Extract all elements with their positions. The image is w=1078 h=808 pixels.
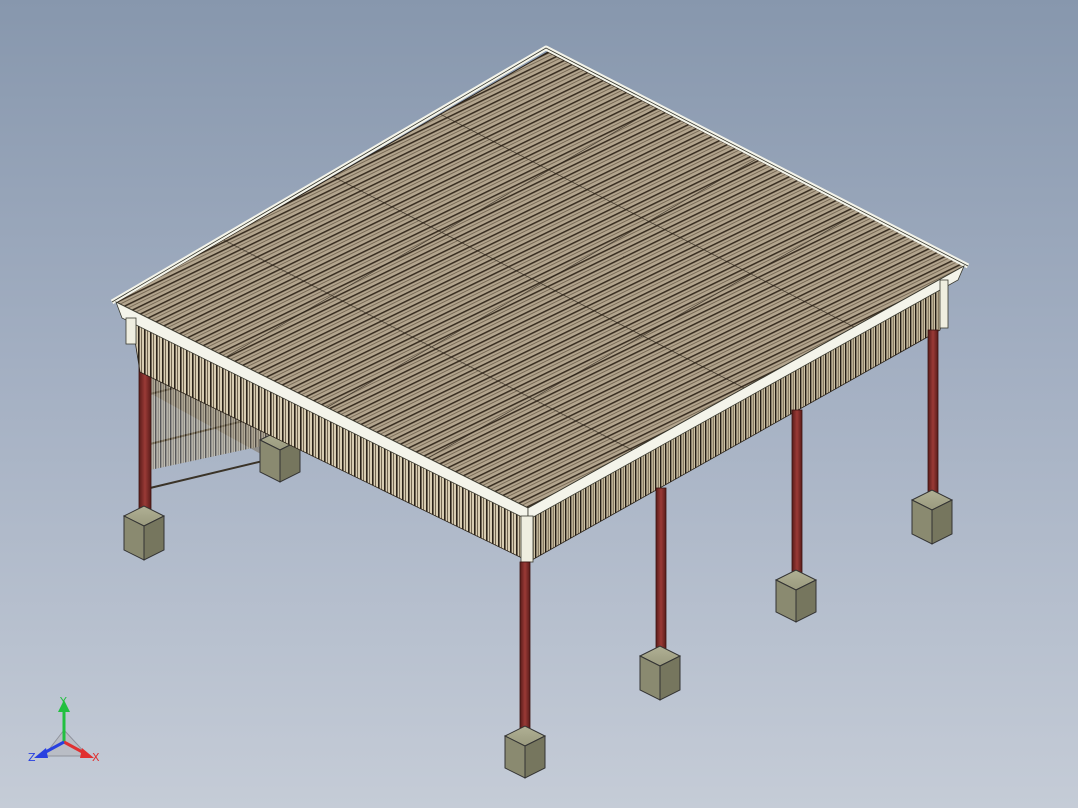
- footing-front-mid[interactable]: [638, 645, 682, 701]
- coordinate-triad[interactable]: Y Z X: [22, 694, 112, 774]
- footing-left-front[interactable]: [122, 505, 166, 561]
- x-axis-label: X: [92, 751, 100, 764]
- model-scene[interactable]: [0, 0, 1078, 808]
- column-front-corner[interactable]: [519, 561, 531, 735]
- column-right-back[interactable]: [927, 329, 939, 501]
- z-axis-arrow: [34, 748, 48, 758]
- z-axis-label: Z: [28, 751, 36, 764]
- column-right-mid[interactable]: [791, 409, 803, 581]
- column-front-mid[interactable]: [655, 487, 667, 657]
- footing-front-corner[interactable]: [503, 725, 547, 779]
- cad-viewport[interactable]: Y Z X: [0, 0, 1078, 808]
- footing-right-back[interactable]: [910, 489, 954, 545]
- y-axis-label: Y: [60, 695, 67, 708]
- footing-right-mid[interactable]: [774, 569, 818, 623]
